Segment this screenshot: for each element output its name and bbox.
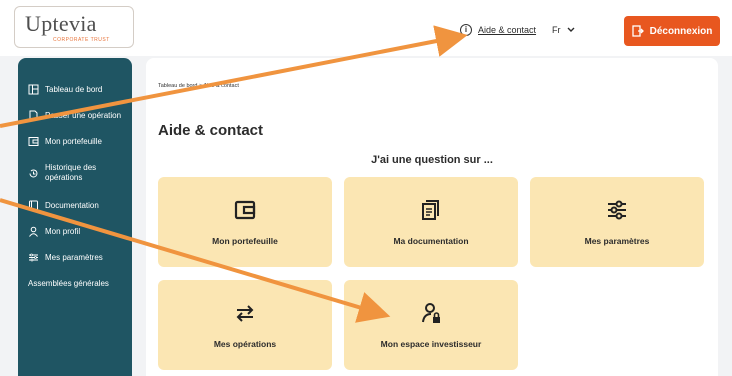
language-value: Fr (552, 25, 561, 35)
sidebar-item-label: Mes paramètres (45, 252, 103, 262)
investor-lock-icon (420, 302, 442, 329)
main-content: Tableau de bord > Aide & contact Aide & … (146, 58, 718, 376)
tile-documentation[interactable]: Ma documentation (344, 177, 518, 267)
logo-tagline: CORPORATE TRUST (53, 37, 110, 43)
tile-settings[interactable]: Mes paramètres (530, 177, 704, 267)
sidebar-item-label: Mon portefeuille (45, 136, 102, 146)
tile-label: Mes paramètres (584, 235, 650, 246)
tile-portfolio[interactable]: Mon portefeuille (158, 177, 332, 267)
sidebar-item-portfolio[interactable]: Mon portefeuille (18, 128, 132, 154)
transfer-arrows-icon (234, 302, 256, 329)
tile-label: Mon espace investisseur (380, 338, 482, 349)
sidebar-item-label: Passer une opération (45, 110, 122, 120)
sidebar-item-new-operation[interactable]: Passer une opération (18, 102, 132, 128)
sidebar-item-general-meetings[interactable]: Assemblées générales (18, 270, 132, 296)
help-contact-link[interactable]: i Aide & contact (460, 24, 536, 36)
sidebar-item-settings[interactable]: Mes paramètres (18, 244, 132, 270)
tile-label: Mes opérations (213, 338, 277, 349)
wallet-icon (28, 136, 39, 147)
info-icon: i (460, 24, 472, 36)
logo-wordmark: Uptevia (25, 11, 97, 36)
sidebar-item-history[interactable]: Historique des opérations (18, 154, 132, 192)
document-icon (28, 110, 39, 121)
sidebar: Tableau de bord Passer une opération Mon… (18, 58, 132, 376)
sidebar-item-label: Assemblées générales (28, 278, 109, 288)
book-icon (28, 200, 39, 211)
documentation-icon (420, 199, 442, 226)
sidebar-item-dashboard[interactable]: Tableau de bord (18, 76, 132, 102)
tile-label: Mon portefeuille (212, 235, 278, 246)
tile-label: Ma documentation (393, 235, 469, 246)
sidebar-item-label: Documentation (45, 200, 99, 210)
question-heading: J'ai une question sur ... (371, 154, 493, 166)
user-icon (28, 226, 39, 237)
logout-label: Déconnexion (649, 25, 713, 37)
sidebar-item-label: Tableau de bord (45, 84, 103, 94)
sidebar-item-label: Historique des opérations (45, 163, 97, 182)
top-bar: Uptevia CORPORATE TRUST i Aide & contact… (0, 0, 732, 56)
uptevia-logo[interactable]: Uptevia CORPORATE TRUST (14, 6, 134, 48)
dashboard-icon (28, 84, 39, 95)
breadcrumb: Tableau de bord > Aide & contact (158, 83, 239, 89)
page-title: Aide & contact (158, 122, 264, 139)
history-icon (28, 168, 39, 179)
tile-investor-space[interactable]: Mon espace investisseur (344, 280, 518, 370)
sliders-icon (606, 199, 628, 226)
sidebar-item-profile[interactable]: Mon profil (18, 218, 132, 244)
chevron-down-icon (567, 27, 574, 32)
tile-operations[interactable]: Mes opérations (158, 280, 332, 370)
sidebar-item-label: Mon profil (45, 226, 81, 236)
sliders-icon (28, 252, 39, 263)
language-selector[interactable]: Fr (552, 25, 575, 35)
logout-button[interactable]: Déconnexion (624, 16, 720, 46)
help-contact-label: Aide & contact (478, 25, 537, 35)
sidebar-item-documentation[interactable]: Documentation (18, 192, 132, 218)
wallet-icon (234, 199, 256, 226)
logout-icon (631, 25, 644, 37)
